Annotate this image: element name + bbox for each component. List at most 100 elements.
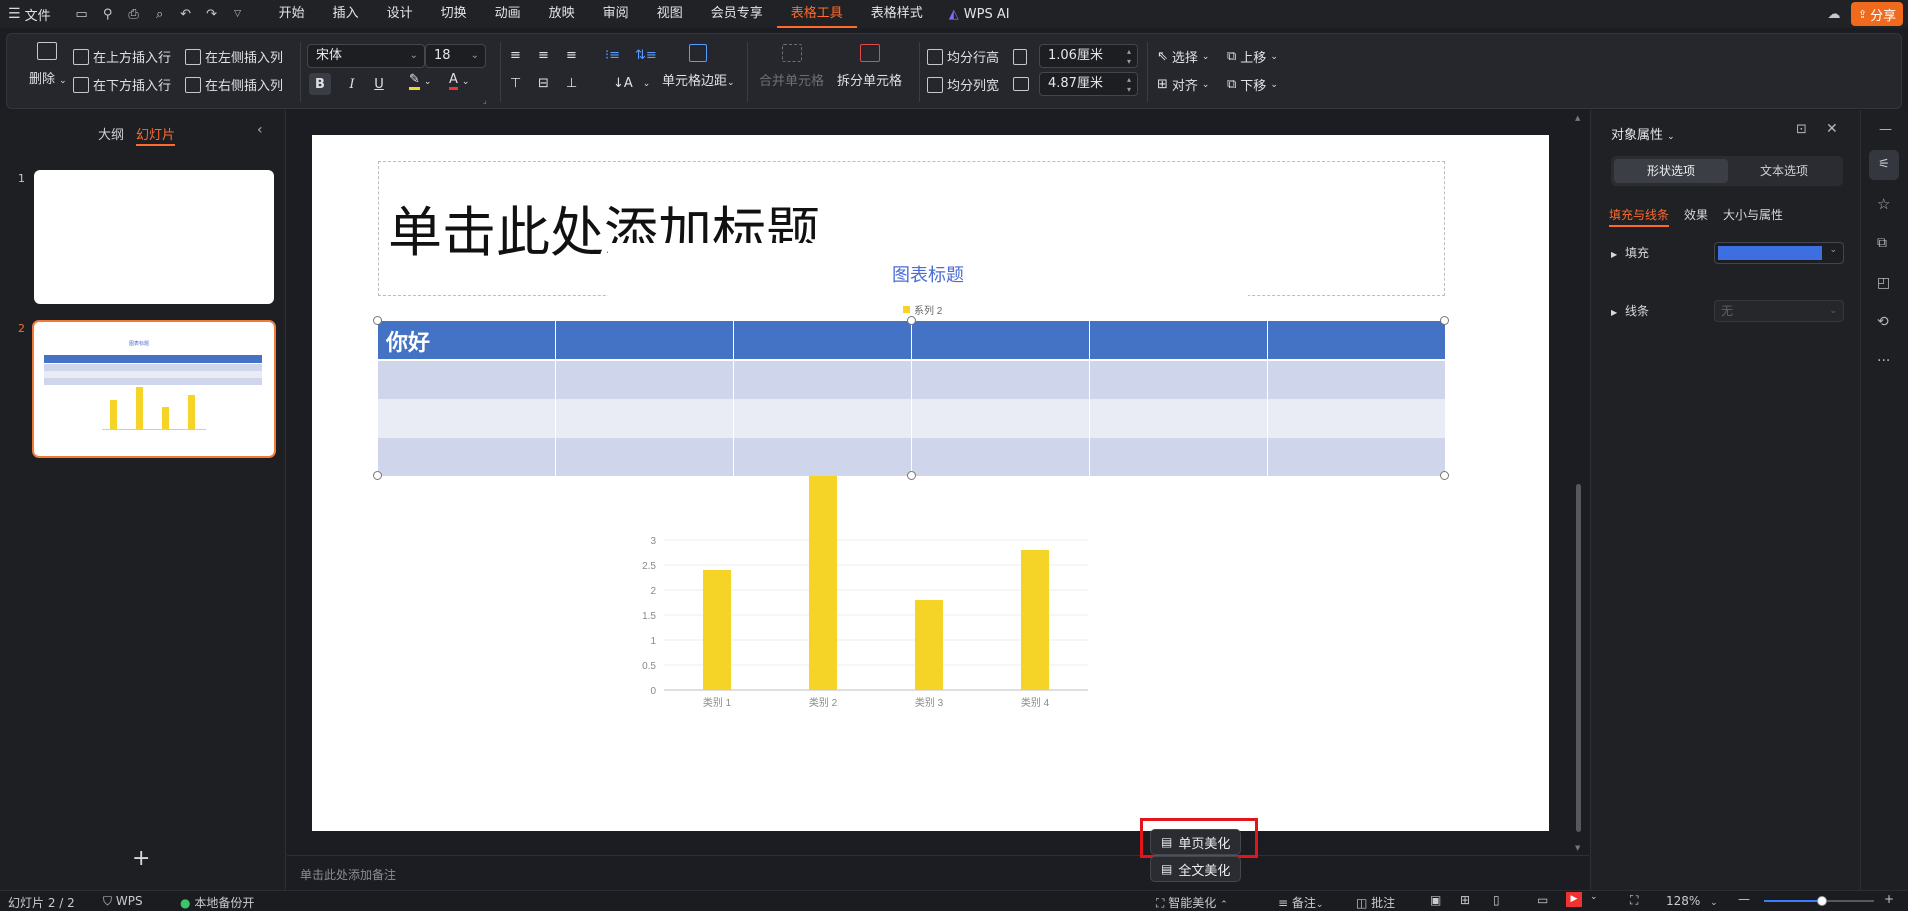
star-icon[interactable]: ☆ bbox=[1877, 195, 1890, 213]
comments-button[interactable]: ◫ 批注 bbox=[1356, 894, 1395, 911]
font-size-select[interactable]: 18 ⌄ bbox=[425, 44, 486, 68]
quick-access-dropdown-icon[interactable]: ▽ bbox=[227, 3, 249, 25]
insert-row-above-button[interactable]: 在上方插入行 bbox=[73, 47, 171, 66]
tab-view[interactable]: 视图 bbox=[643, 0, 697, 28]
fill-row[interactable]: ▶ 填充 bbox=[1611, 244, 1649, 261]
smart-beautify-button[interactable]: ⛶ 智能美化 ⌃ bbox=[1156, 894, 1228, 911]
chart-object[interactable]: 图表标题 系列 2 0 0.5 1 1.5 2 2.5 3 类别 1 类别 2 类别 3 类别 4 bbox=[608, 243, 1248, 718]
align-button[interactable]: ⊞ 对齐 ⌄ bbox=[1157, 75, 1209, 94]
underline-icon[interactable]: U bbox=[368, 73, 390, 95]
tab-animation[interactable]: 动画 bbox=[481, 0, 535, 28]
table-header-cell-text[interactable]: 你好 bbox=[386, 325, 430, 357]
tab-insert[interactable]: 插入 bbox=[319, 0, 373, 28]
close-icon[interactable]: ✕ bbox=[1826, 121, 1838, 137]
align-middle-icon[interactable]: ⊟ bbox=[538, 76, 549, 91]
present-icon[interactable]: ▭ bbox=[1537, 893, 1548, 907]
zoom-select[interactable]: 128% ⌄ bbox=[1666, 894, 1718, 908]
tab-transition[interactable]: 切换 bbox=[427, 0, 481, 28]
select-button[interactable]: ⇖ 选择 ⌄ bbox=[1157, 47, 1209, 66]
share-button[interactable]: ⇪ 分享 bbox=[1851, 2, 1903, 26]
redo-icon[interactable]: ↷ bbox=[201, 3, 223, 25]
subtab-effect[interactable]: 效果 bbox=[1684, 206, 1708, 223]
tab-start[interactable]: 开始 bbox=[265, 0, 319, 28]
shapes-icon[interactable]: ⧉ bbox=[1877, 235, 1887, 251]
distribute-cols-button[interactable]: 均分列宽 bbox=[927, 75, 999, 94]
resize-handle[interactable] bbox=[1440, 471, 1449, 480]
print-icon[interactable]: ⎙ bbox=[123, 3, 145, 25]
ribbon-expand-icon[interactable]: ⌟ bbox=[483, 96, 487, 105]
scroll-up-icon[interactable]: ▲ bbox=[1575, 114, 1580, 122]
wps-status-button[interactable]: ⛉ WPS bbox=[103, 894, 143, 909]
numbered-list-icon[interactable]: ⁝≡ bbox=[605, 48, 620, 63]
resize-handle[interactable] bbox=[373, 471, 382, 480]
tab-review[interactable]: 审阅 bbox=[589, 0, 643, 28]
align-bottom-icon[interactable]: ⊥ bbox=[566, 76, 577, 91]
more-icon[interactable]: ··· bbox=[1877, 353, 1890, 369]
tab-shape-options[interactable]: 形状选项 bbox=[1614, 159, 1728, 183]
fill-color-picker[interactable]: ⌄ bbox=[1714, 242, 1844, 264]
grid-view-icon[interactable]: ⊞ bbox=[1460, 893, 1470, 907]
notes-area[interactable]: 单击此处添加备注 bbox=[287, 855, 1589, 890]
scroll-down-icon[interactable]: ▼ bbox=[1575, 844, 1580, 852]
zoom-slider-thumb[interactable] bbox=[1817, 896, 1827, 906]
animation-icon[interactable]: ◰ bbox=[1877, 275, 1890, 291]
cloud-icon[interactable]: ☁ bbox=[1823, 3, 1845, 25]
align-top-icon[interactable]: ⊤ bbox=[510, 76, 521, 91]
tab-outline[interactable]: 大纲 bbox=[98, 124, 124, 143]
insert-col-left-button[interactable]: 在左侧插入列 bbox=[185, 47, 283, 66]
bold-icon[interactable]: B bbox=[309, 73, 331, 95]
resize-handle[interactable] bbox=[1440, 316, 1449, 325]
link-icon[interactable]: ⚲ bbox=[97, 3, 119, 25]
text-direction-button[interactable]: ↓A ⌄ bbox=[613, 76, 650, 91]
resize-handle[interactable] bbox=[907, 316, 916, 325]
merge-cells-button[interactable]: 合并单元格 bbox=[759, 44, 824, 89]
single-page-beautify-button[interactable]: ▤ 单页美化 bbox=[1150, 829, 1242, 855]
zoom-out-icon[interactable]: — bbox=[1738, 892, 1750, 906]
properties-sidebar-button[interactable]: ⚟ bbox=[1869, 150, 1899, 180]
tab-table-tools[interactable]: 表格工具 bbox=[776, 0, 857, 28]
tab-text-options[interactable]: 文本选项 bbox=[1728, 159, 1840, 183]
lock-icon[interactable]: ⊡ bbox=[1796, 122, 1807, 137]
col-width-input[interactable]: 4.87厘米 ▴ ▾ bbox=[1039, 72, 1138, 96]
split-cells-button[interactable]: 拆分单元格 bbox=[837, 44, 902, 89]
collapse-panel-icon[interactable]: ‹ bbox=[257, 122, 263, 138]
wps-ai-button[interactable]: ◭ WPS AI bbox=[949, 7, 1010, 22]
add-slide-button[interactable]: + bbox=[132, 846, 150, 871]
align-left-icon[interactable]: ≡ bbox=[510, 48, 521, 63]
vertical-scrollbar[interactable]: ▲ ▼ bbox=[1575, 114, 1583, 854]
undo-icon[interactable]: ↶ bbox=[175, 3, 197, 25]
insert-row-below-button[interactable]: 在下方插入行 bbox=[73, 75, 171, 94]
tab-slides[interactable]: 幻灯片 bbox=[136, 124, 176, 146]
save-icon[interactable]: ▭ bbox=[71, 3, 93, 25]
insert-col-right-button[interactable]: 在右侧插入列 bbox=[185, 75, 283, 94]
line-select[interactable]: 无 ⌄ bbox=[1714, 300, 1844, 322]
backup-status[interactable]: ● 本地备份开 bbox=[180, 894, 254, 911]
normal-view-icon[interactable]: ▣ bbox=[1430, 893, 1441, 907]
chevron-down-icon[interactable]: ⌄ bbox=[1590, 892, 1598, 902]
italic-icon[interactable]: I bbox=[341, 73, 363, 95]
line-row[interactable]: ▶ 线条 bbox=[1611, 302, 1649, 319]
line-spacing-icon[interactable]: ⇅≡ bbox=[635, 48, 657, 63]
slide-canvas[interactable]: 单击此处添加标题 图表标题 系列 2 0 0.5 1 1.5 2 2.5 3 类别 1 类别 … bbox=[312, 135, 1549, 831]
font-color-button[interactable]: A ⌄ bbox=[449, 73, 469, 90]
full-doc-beautify-button[interactable]: ▤ 全文美化 bbox=[1150, 856, 1242, 882]
row-height-input[interactable]: 1.06厘米 ▴ ▾ bbox=[1039, 44, 1138, 68]
minimize-panel-icon[interactable]: — bbox=[1879, 122, 1892, 137]
play-icon[interactable]: ▶ bbox=[1566, 892, 1582, 907]
distribute-rows-button[interactable]: 均分行高 bbox=[927, 47, 999, 66]
file-menu[interactable]: ☰ 文件 bbox=[0, 5, 51, 24]
zoom-in-icon[interactable]: + bbox=[1884, 892, 1894, 906]
panel-title[interactable]: 对象属性 ⌄ bbox=[1611, 124, 1675, 143]
tab-slideshow[interactable]: 放映 bbox=[535, 0, 589, 28]
table-object[interactable]: 你好 bbox=[373, 316, 1449, 480]
tab-table-style[interactable]: 表格样式 bbox=[857, 0, 937, 28]
resize-handle[interactable] bbox=[373, 316, 382, 325]
tab-design[interactable]: 设计 bbox=[373, 0, 427, 28]
preview-icon[interactable]: ⌕ bbox=[149, 3, 171, 25]
highlight-color-button[interactable]: ✎ ⌄ bbox=[409, 73, 431, 90]
resize-handle[interactable] bbox=[907, 471, 916, 480]
history-icon[interactable]: ⟲ bbox=[1877, 314, 1889, 330]
notes-button[interactable]: ≡ 备注⌄ bbox=[1278, 894, 1323, 911]
align-center-icon[interactable]: ≡ bbox=[538, 48, 549, 63]
subtab-size[interactable]: 大小与属性 bbox=[1723, 206, 1783, 223]
